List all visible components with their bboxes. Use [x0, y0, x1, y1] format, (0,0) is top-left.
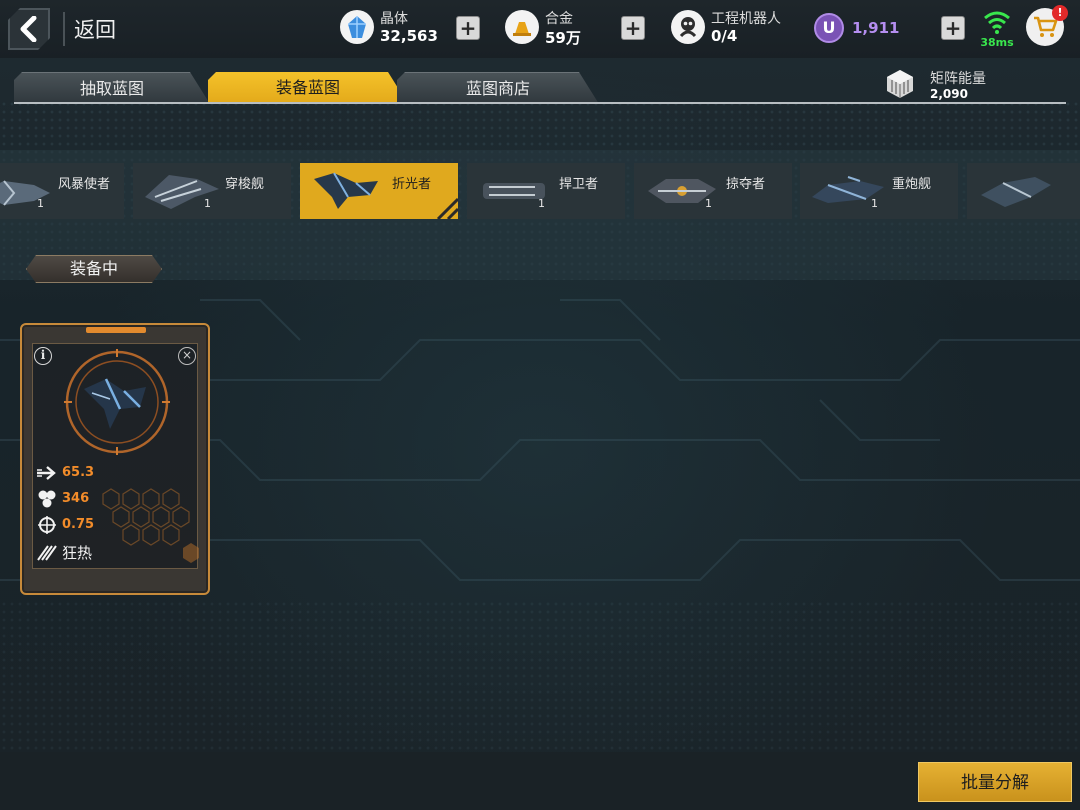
matrix-energy-label: 矩阵能量	[930, 71, 986, 87]
crystal-value: 32,563	[380, 27, 438, 45]
shield-cells-icon	[38, 490, 56, 508]
frenzy-icon	[37, 545, 57, 561]
blueprint-ship-preview	[64, 349, 170, 455]
network-status: 38ms	[976, 8, 1018, 50]
crystal-icon	[340, 10, 374, 44]
close-button[interactable]: ×	[178, 347, 196, 365]
ship-name: 捍卫者	[559, 177, 599, 192]
ship-card-plunderer[interactable]: 掠夺者 1	[634, 163, 792, 219]
ship-card-refractor[interactable]: 折光者	[300, 163, 458, 219]
add-alloy-button[interactable]: +	[621, 16, 645, 40]
selected-stripes-icon	[436, 197, 458, 219]
alloy-label: 合金	[545, 11, 573, 27]
card-top-glow	[86, 327, 146, 333]
ship-card-shuttle[interactable]: 穿梭舰 1	[133, 163, 291, 219]
add-premium-button[interactable]: +	[941, 16, 965, 40]
stat-shield-value: 346	[62, 491, 90, 506]
tab-blueprint-shop[interactable]: 蓝图商店	[397, 72, 599, 104]
matrix-energy: 矩阵能量 2,090	[884, 68, 1074, 104]
add-crystal-button[interactable]: +	[456, 16, 480, 40]
premium-currency-icon: U	[814, 13, 844, 43]
batch-decompose-button[interactable]: 批量分解	[918, 762, 1072, 802]
ship-name: 重炮舰	[892, 177, 932, 192]
ship-count: 1	[871, 197, 878, 210]
blueprint-card[interactable]: i × 65.3 346 0.75 狂热	[20, 323, 210, 595]
crystal-resource: 晶体 32,563	[340, 8, 450, 48]
stat-speed-value: 65.3	[62, 465, 95, 480]
ship-count: 1	[37, 197, 44, 210]
cart-alert-badge: !	[1052, 5, 1068, 21]
robot-label: 工程机器人	[711, 11, 781, 27]
back-label[interactable]: 返回	[74, 14, 116, 44]
ship-name: 风暴使者	[58, 177, 111, 192]
ship-count: 1	[705, 197, 712, 210]
chevron-left-icon	[18, 16, 40, 42]
ship-name: 掠夺者	[726, 177, 766, 192]
ping-value: 38ms	[980, 36, 1014, 49]
ship-card-next[interactable]	[967, 163, 1080, 219]
ship-count: 1	[538, 197, 545, 210]
tab-draw-blueprint[interactable]: 抽取蓝图	[14, 72, 210, 104]
ship-card-heavy-artillery[interactable]: 重炮舰 1	[800, 163, 958, 219]
ship-count: 1	[204, 197, 211, 210]
crystal-label: 晶体	[380, 11, 408, 27]
speed-arrow-icon	[37, 466, 56, 480]
alloy-resource: 合金 59万	[505, 8, 605, 48]
matrix-energy-value: 2,090	[930, 87, 968, 101]
wifi-icon	[984, 11, 1010, 34]
divider	[63, 12, 65, 46]
robot-icon	[671, 10, 705, 44]
ship-icon	[314, 172, 378, 209]
ship-card-defender[interactable]: 捍卫者 1	[467, 163, 625, 219]
back-button[interactable]	[8, 8, 50, 50]
crosshair-icon	[38, 516, 56, 534]
premium-currency-value: 1,911	[852, 19, 900, 37]
alloy-icon	[505, 10, 539, 44]
info-button[interactable]: i	[34, 347, 52, 365]
matrix-cube-icon	[887, 70, 913, 98]
alloy-value: 59万	[545, 29, 581, 47]
ship-name: 折光者	[392, 177, 432, 192]
tab-equip-blueprint[interactable]: 装备蓝图	[208, 72, 408, 104]
robot-resource: 工程机器人 0/4	[671, 8, 801, 48]
robot-value: 0/4	[711, 27, 738, 45]
ship-name: 穿梭舰	[225, 177, 265, 192]
ship-card-storm-envoy[interactable]: 风暴使者 1	[0, 163, 124, 219]
ship-icon	[981, 177, 1051, 207]
stat-skill-name: 狂热	[62, 544, 93, 562]
stat-accuracy-value: 0.75	[62, 517, 95, 532]
equipped-status-button[interactable]: 装备中	[26, 255, 162, 283]
